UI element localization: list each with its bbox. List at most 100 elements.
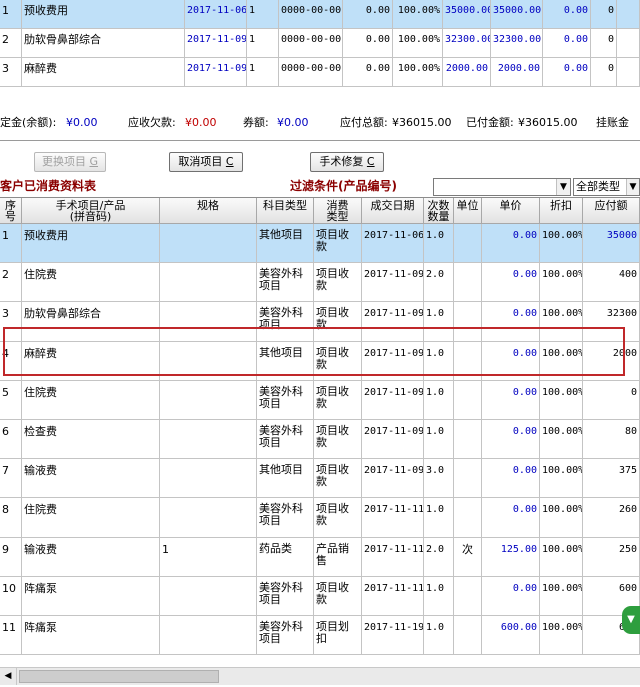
- cell-ctype: 项目划扣: [314, 616, 362, 656]
- summary-bar: 定金(余额): ¥0.00 应收欠款: ¥0.00 券额: ¥0.00 应付总额…: [0, 110, 640, 136]
- cell-subject: 美容外科项目: [257, 498, 314, 538]
- cell-disc: 100.00%: [540, 420, 583, 460]
- cell-pay: 375: [583, 459, 640, 499]
- column-header[interactable]: 序号: [0, 198, 22, 224]
- top-cell-blank: [617, 0, 640, 29]
- top-cell-v1: 0.00: [343, 29, 393, 58]
- top-cell-v4: 0.00: [543, 0, 591, 29]
- cell-date: 2017-11-06: [362, 224, 424, 264]
- cell-qty: 1.0: [424, 616, 454, 656]
- column-header[interactable]: 成交日期: [362, 198, 424, 224]
- top-cell-v2: 2000.00: [443, 58, 491, 87]
- cell-name: 检查费: [22, 420, 160, 460]
- table-row[interactable]: 7 输液费 其他项目 项目收款 2017-11-09 3.0 0.00 100.00% 375: [0, 459, 640, 499]
- cell-qty: 1.0: [424, 420, 454, 460]
- scroll-left-icon[interactable]: ◀: [0, 668, 17, 685]
- receivable-value: ¥0.00: [185, 116, 217, 129]
- cell-no: 6: [0, 420, 22, 460]
- cancel-item-button[interactable]: 取消项目 C: [169, 152, 243, 172]
- cell-subject: 美容外科项目: [257, 616, 314, 656]
- cell-no: 2: [0, 263, 22, 303]
- total-label: 应付总额:: [340, 116, 388, 129]
- table-row[interactable]: 9 输液费 1 药品类 产品销售 2017-11-11 2.0 次 125.00 100.00% 2…: [0, 537, 640, 577]
- column-header[interactable]: 折扣: [540, 198, 583, 224]
- cell-subject: 美容外科项目: [257, 263, 314, 303]
- filter-dropdown[interactable]: ▼: [433, 178, 571, 196]
- cell-qty: 1.0: [424, 380, 454, 420]
- cell-subject: 美容外科项目: [257, 420, 314, 460]
- deposit-label: 定金(余额):: [0, 116, 57, 129]
- table-row[interactable]: 8 住院费 美容外科项目 项目收款 2017-11-11 1.0 0.00 100.00% 26…: [0, 498, 640, 538]
- scroll-down-icon[interactable]: ▼: [622, 606, 640, 634]
- change-item-button[interactable]: 更换项目 G: [34, 152, 106, 172]
- cell-subject: 其他项目: [257, 224, 314, 264]
- type-select-value: 全部类型: [576, 180, 620, 193]
- cell-disc: 100.00%: [540, 576, 583, 616]
- cell-pay: 35000: [583, 224, 640, 264]
- cell-no: 8: [0, 498, 22, 538]
- surgery-repair-shortcut: C: [366, 155, 375, 168]
- surgery-repair-button[interactable]: 手术修复 C: [310, 152, 384, 172]
- table-row[interactable]: 2 住院费 美容外科项目 项目收款 2017-11-09 2.0 0.00 100.00% 40…: [0, 263, 640, 303]
- cancel-item-label: 取消项目: [178, 155, 223, 168]
- table-row[interactable]: 1 预收费用 其他项目 项目收款 2017-11-06 1.0 0.00 100.00% 350…: [0, 224, 640, 264]
- chevron-down-icon: ▼: [556, 179, 570, 195]
- table-row[interactable]: 5 住院费 美容外科项目 项目收款 2017-11-09 1.0 0.00 100.00% 0: [0, 380, 640, 420]
- cell-spec: [160, 224, 257, 264]
- cell-pay: 0: [583, 380, 640, 420]
- total-value: ¥36015.00: [392, 116, 452, 129]
- top-cell-no: 3: [0, 58, 22, 87]
- column-header[interactable]: 应付额: [583, 198, 640, 224]
- cell-unit: 次: [454, 537, 482, 577]
- surgery-repair-label: 手术修复: [319, 155, 364, 168]
- cell-spec: [160, 576, 257, 616]
- cell-date: 2017-11-09: [362, 380, 424, 420]
- top-cell-pct: 100.00%: [393, 29, 443, 58]
- column-header[interactable]: 消费 类型: [314, 198, 362, 224]
- cell-qty: 3.0: [424, 459, 454, 499]
- cell-date: 2017-11-09: [362, 420, 424, 460]
- column-header[interactable]: 单位: [454, 198, 482, 224]
- table-row[interactable]: 11 阵痛泵 美容外科项目 项目划扣 2017-11-19 1.0 600.00 100.00…: [0, 616, 640, 656]
- cell-date: 2017-11-11: [362, 576, 424, 616]
- cell-name: 住院费: [22, 263, 160, 303]
- top-cell-pct: 100.00%: [393, 0, 443, 29]
- table-row[interactable]: 6 检查费 美容外科项目 项目收款 2017-11-09 1.0 0.00 100.00% 80: [0, 420, 640, 460]
- cell-disc: 100.00%: [540, 459, 583, 499]
- table-row[interactable]: 10 阵痛泵 美容外科项目 项目收款 2017-11-11 1.0 0.00 100.00% 6…: [0, 576, 640, 616]
- consumed-items-grid: 序号 手术项目/产品 (拼音码) 规格 科目类型 消费 类型 成交日期 次数 数量 单位 单价折…: [0, 197, 640, 667]
- top-cell-name: 肋软骨鼻部综合: [22, 29, 185, 58]
- cell-name: 输液费: [22, 459, 160, 499]
- top-cell-name: 麻醉费: [22, 58, 185, 87]
- highlight-box: [3, 327, 625, 376]
- section-title: 客户已消费资料表: [0, 179, 97, 193]
- cell-name: 阵痛泵: [22, 616, 160, 656]
- top-table-row[interactable]: 2 肋软骨鼻部综合 2017-11-09 1 0000-00-00 0.00 100.00%…: [0, 29, 640, 58]
- cell-date: 2017-11-09: [362, 263, 424, 303]
- filter-value: [434, 179, 437, 192]
- scroll-thumb[interactable]: [19, 670, 219, 683]
- column-header[interactable]: 规格: [160, 198, 257, 224]
- type-select[interactable]: 全部类型 ▼: [573, 178, 640, 196]
- cell-disc: 100.00%: [540, 616, 583, 656]
- cell-name: 住院费: [22, 380, 160, 420]
- cell-date: 2017-11-09: [362, 459, 424, 499]
- cell-spec: [160, 459, 257, 499]
- cell-disc: 100.00%: [540, 380, 583, 420]
- top-cell-date: 2017-11-09: [185, 29, 247, 58]
- top-table-row[interactable]: 1 预收费用 2017-11-06 1 0000-00-00 0.00 100.00% 350…: [0, 0, 640, 29]
- top-cell-pct: 100.00%: [393, 58, 443, 87]
- top-table-row[interactable]: 3 麻醉费 2017-11-09 1 0000-00-00 0.00 100.00% 2000…: [0, 58, 640, 87]
- filter-label: 过滤条件(产品编号): [290, 179, 397, 193]
- cell-date: 2017-11-11: [362, 498, 424, 538]
- cell-ctype: 项目收款: [314, 263, 362, 303]
- top-cell-date: 2017-11-09: [185, 58, 247, 87]
- column-header[interactable]: 次数 数量: [424, 198, 454, 224]
- cell-pay: 250: [583, 537, 640, 577]
- column-header[interactable]: 手术项目/产品 (拼音码): [22, 198, 160, 224]
- column-header[interactable]: 单价: [482, 198, 540, 224]
- top-items-table: 1 预收费用 2017-11-06 1 0000-00-00 0.00 100.00% 350…: [0, 0, 640, 88]
- cell-unit: [454, 576, 482, 616]
- column-header[interactable]: 科目类型: [257, 198, 314, 224]
- horizontal-scrollbar[interactable]: ◀: [0, 667, 640, 685]
